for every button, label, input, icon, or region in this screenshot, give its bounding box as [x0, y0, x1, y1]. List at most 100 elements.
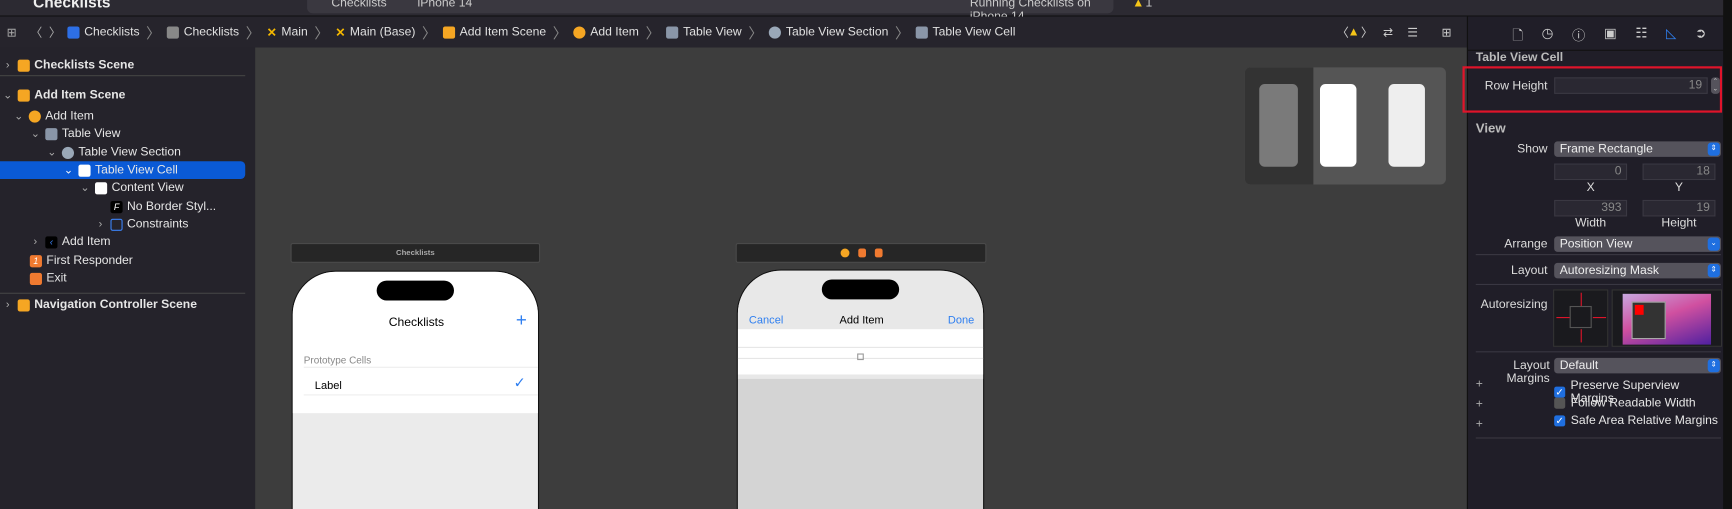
checkmark-icon: ✓: [513, 374, 526, 392]
outline-item[interactable]: ⌄ Add Item Scene: [0, 86, 245, 104]
exit-icon[interactable]: [874, 248, 883, 258]
file-inspector-icon[interactable]: 🗋: [1512, 25, 1523, 48]
row-height-label: Row Height: [1484, 79, 1548, 93]
folder-icon: [167, 25, 180, 39]
scene-icon: [17, 59, 30, 72]
show-label: Show: [1517, 142, 1548, 156]
history-inspector-icon[interactable]: ◷: [1542, 25, 1554, 48]
breadcrumb-item[interactable]: ✕ Main: [267, 25, 308, 39]
document-outline: › Checklists Scene ⌄ Add Item Scene ⌄ Add I…: [0, 47, 256, 509]
view-controller-icon: [28, 109, 41, 123]
section-icon: [769, 25, 782, 39]
outline-item[interactable]: Exit: [0, 270, 245, 288]
help-inspector-icon[interactable]: ⓘ: [1572, 25, 1585, 48]
scene-dock-checklists[interactable]: Checklists: [290, 243, 541, 263]
done-button[interactable]: Done: [948, 315, 974, 327]
autoresizing-mask-control[interactable]: [1553, 289, 1609, 347]
exit-icon: [29, 272, 42, 285]
warning-count: 1: [1145, 0, 1153, 10]
checklists-scene[interactable]: Checklists + Prototype Cells Label ✓: [291, 270, 540, 509]
breadcrumb-item[interactable]: Table View Section: [769, 25, 888, 39]
connections-inspector-icon[interactable]: ➲: [1695, 25, 1706, 48]
warning-icon[interactable]: ▲: [1132, 0, 1144, 10]
text-field-icon: F: [110, 200, 123, 213]
outline-item[interactable]: › Navigation Controller Scene: [0, 296, 245, 314]
breadcrumb-item[interactable]: Checklists: [67, 25, 140, 39]
outline-item[interactable]: ⌄ Add Item: [0, 107, 245, 125]
cell-icon: [915, 25, 929, 39]
storyboard-icon: ✕: [266, 25, 277, 40]
section-icon: [61, 146, 75, 159]
related-files-icon[interactable]: ⇄: [1383, 25, 1393, 39]
autoresizing-label: Autoresizing: [1480, 298, 1548, 312]
add-variation-icon[interactable]: +: [1476, 418, 1483, 431]
outline-item[interactable]: F No Border Styl...: [0, 198, 245, 216]
breadcrumb-item[interactable]: Add Item: [573, 25, 639, 39]
outline-item-selected[interactable]: ⌄ Table View Cell: [0, 161, 246, 179]
attributes-inspector-icon[interactable]: ☷: [1635, 25, 1647, 48]
safe-area-relative-margins-checkbox[interactable]: ✓ Safe Area Relative Margins: [1554, 414, 1718, 427]
editor-options-icon[interactable]: ☰: [1407, 25, 1418, 39]
outline-item[interactable]: › Constraints: [0, 215, 245, 233]
scene-icon: [17, 88, 30, 102]
navigation-item-icon: ‹: [45, 235, 58, 248]
size-inspector-icon[interactable]: ◺: [1666, 25, 1676, 48]
add-variation-icon[interactable]: +: [1476, 378, 1483, 391]
arrange-popup[interactable]: Position View ⌄: [1554, 236, 1721, 252]
nav-title: Checklists: [388, 315, 445, 330]
content-view-icon: [94, 181, 108, 194]
height-label: Height: [1661, 216, 1697, 230]
breadcrumb-item[interactable]: Add Item Scene: [443, 25, 546, 39]
back-button[interactable]: 〈: [30, 23, 42, 41]
follow-readable-width-checkbox[interactable]: Follow Readable Width: [1554, 397, 1696, 410]
add-variation-icon[interactable]: +: [1476, 398, 1483, 411]
breadcrumb-item[interactable]: ✕ Main (Base): [335, 25, 415, 39]
window-edge: [1723, 0, 1732, 509]
row-height-stepper[interactable]: ⌃ ⌄: [1711, 77, 1720, 94]
scheme-selector[interactable]: Checklists iPhone 14 Running Checklists …: [307, 0, 1114, 23]
text-field[interactable]: [857, 353, 864, 361]
storyboard-icon: ✕: [335, 25, 346, 40]
warning-icon[interactable]: ▲: [1348, 25, 1360, 38]
show-popup[interactable]: Frame Rectangle ⇕: [1554, 141, 1721, 157]
outline-item[interactable]: ⌄ Table View: [0, 125, 245, 143]
height-field[interactable]: 19: [1642, 199, 1716, 217]
storyboard-canvas[interactable]: Checklists Checklists + Prototype Cells …: [255, 47, 1467, 509]
device-name: iPhone 14: [417, 0, 473, 10]
row-height-field[interactable]: 19: [1554, 77, 1708, 94]
minimap[interactable]: [1244, 67, 1446, 185]
identity-inspector-icon[interactable]: ▣: [1604, 25, 1617, 48]
outline-item[interactable]: › Checklists Scene: [0, 56, 245, 74]
view-section-title: View: [1475, 120, 1506, 136]
scene-dock-add-item[interactable]: [735, 243, 987, 263]
breadcrumb-item[interactable]: Checklists: [167, 25, 239, 39]
outline-item[interactable]: ⌄ Content View: [0, 179, 245, 197]
table-view-icon: [45, 127, 58, 140]
scene-icon: [443, 25, 456, 39]
scene-icon: [17, 298, 30, 311]
grid-icon[interactable]: ⊞: [7, 25, 17, 39]
layout-popup[interactable]: Autoresizing Mask ⇕: [1554, 262, 1721, 279]
app-icon: [67, 25, 80, 39]
x-field[interactable]: 0: [1554, 163, 1628, 181]
section-title: Table View Cell: [1475, 50, 1564, 65]
y-field[interactable]: 18: [1642, 163, 1716, 181]
section-header: Prototype Cells: [303, 354, 372, 366]
outline-item[interactable]: › ‹ Add Item: [0, 233, 245, 251]
breadcrumb-item[interactable]: Table View Cell: [915, 25, 1015, 39]
arrange-label: Arrange: [1504, 237, 1548, 251]
layout-margins-popup[interactable]: Default ⇕: [1554, 357, 1721, 374]
add-item-scene[interactable]: Cancel Add Item Done: [736, 269, 985, 509]
issue-next-button[interactable]: 〉: [1361, 23, 1373, 41]
outline-item[interactable]: 1 First Responder: [0, 252, 245, 270]
forward-button[interactable]: 〉: [49, 23, 61, 41]
view-controller-icon[interactable]: [840, 248, 849, 258]
outline-item[interactable]: ⌄ Table View Section: [0, 144, 245, 162]
x-label: X: [1586, 181, 1595, 195]
width-field[interactable]: 393: [1554, 199, 1628, 217]
view-controller-icon: [573, 25, 586, 39]
add-editor-icon[interactable]: ⊞: [1442, 25, 1452, 39]
breadcrumb-item[interactable]: Table View: [666, 25, 742, 39]
add-button[interactable]: +: [516, 309, 527, 331]
first-responder-icon[interactable]: [857, 248, 866, 258]
